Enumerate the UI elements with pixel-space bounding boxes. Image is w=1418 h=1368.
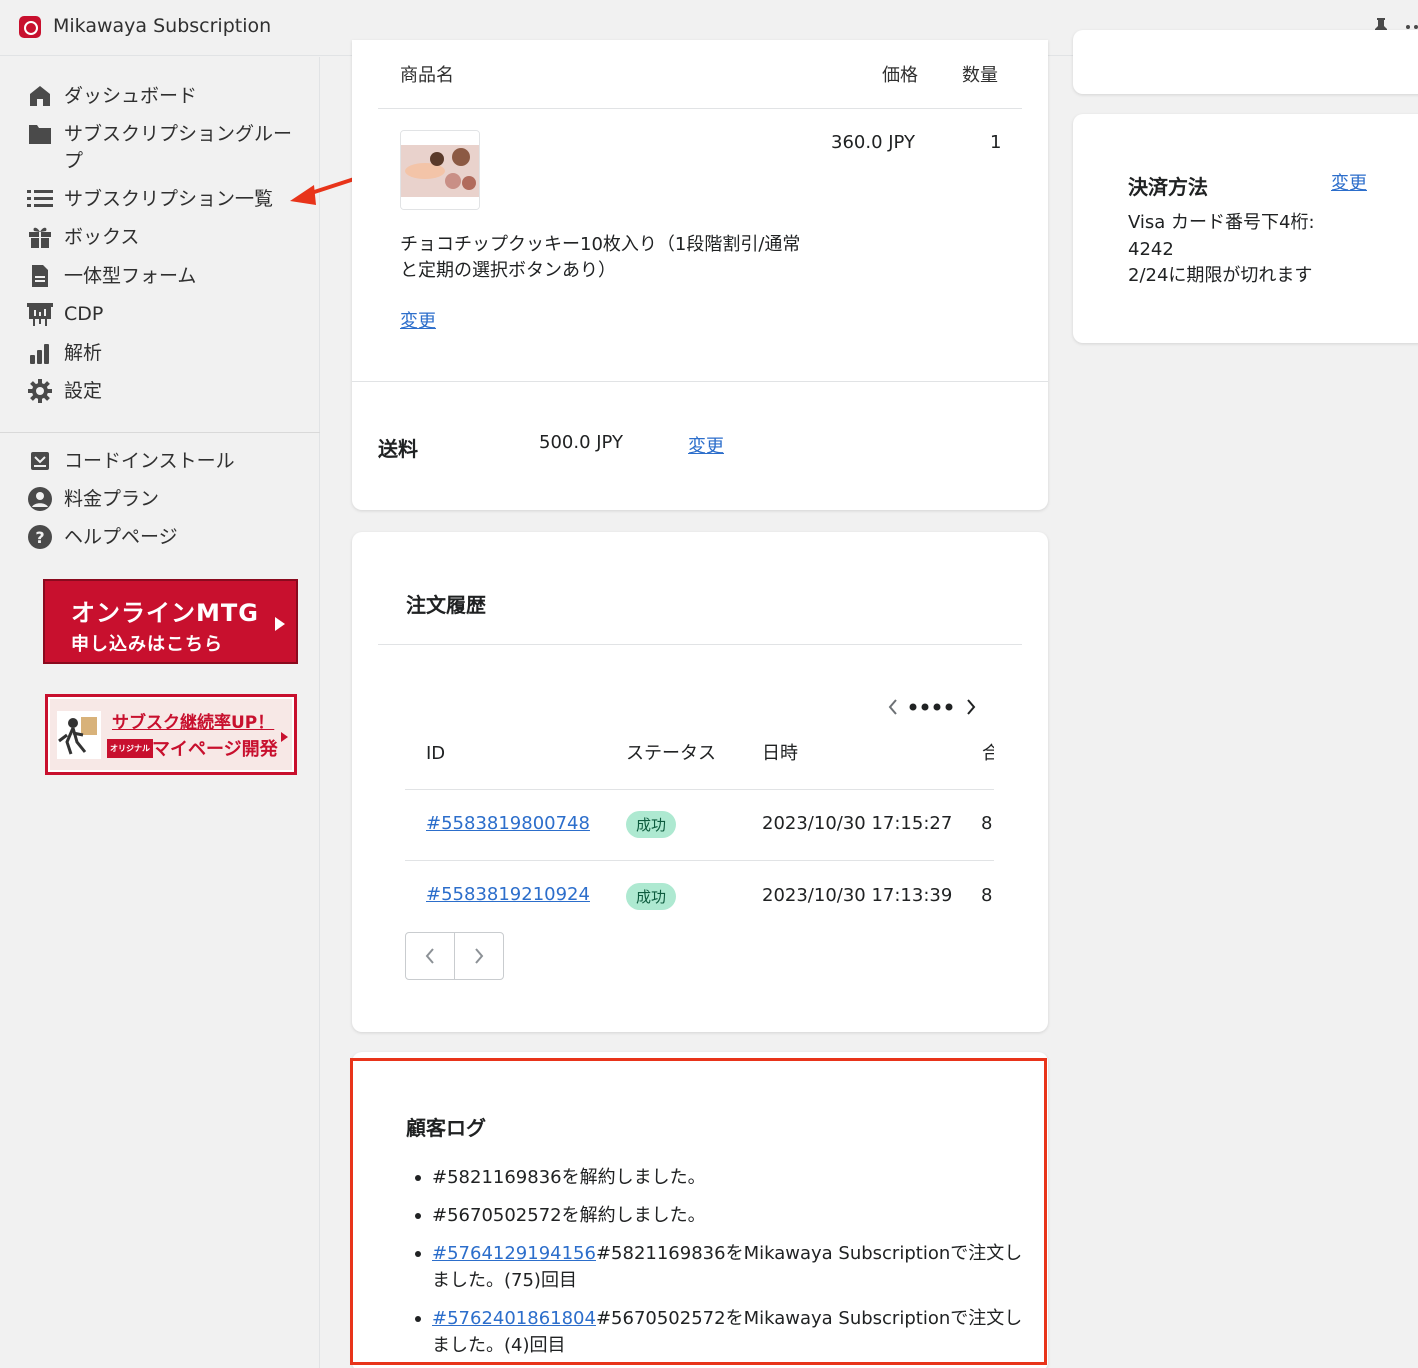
- order-history-card: 注文履歴 ID ステータス 日時 合 #5583819800748 成功 202…: [352, 532, 1048, 1032]
- mypage-banner[interactable]: サブスク継続率UP！ オリジナル マイページ開発: [45, 694, 297, 775]
- table-row-divider: [405, 860, 994, 861]
- play-arrow-icon: [281, 732, 288, 742]
- sidebar-item-label: 解析: [64, 342, 103, 364]
- sidebar-item-label: 設定: [64, 380, 103, 402]
- status-badge: 成功: [626, 883, 677, 910]
- shipping-divider: [352, 381, 1048, 382]
- sidebar-item-help[interactable]: ? ヘルプページ: [26, 524, 304, 551]
- sidebar-item-dashboard[interactable]: ダッシュボード: [26, 83, 304, 110]
- folder-icon: [26, 121, 54, 147]
- products-card: 商品名 価格 数量 360.0 JPY 1 チョコチップクッキー10枚入り（1段…: [352, 40, 1048, 510]
- order-id-link[interactable]: #5583819210924: [426, 884, 590, 905]
- banner-mtg-subtitle: 申し込みはこちら: [71, 634, 223, 655]
- play-arrow-icon: [275, 617, 285, 631]
- order-history-title: 注文履歴: [406, 593, 486, 617]
- sidebar-item-label: CDP: [64, 303, 104, 325]
- help-icon: ?: [26, 524, 54, 550]
- sidebar-item-integrated-form[interactable]: 一体型フォーム: [26, 263, 304, 290]
- column-header-product-name: 商品名: [400, 65, 454, 86]
- bar-chart-icon: [26, 340, 54, 366]
- chevron-left-icon: [425, 948, 434, 964]
- order-date: 2023/10/30 17:15:27: [762, 813, 953, 834]
- sidebar-item-label: 一体型フォーム: [64, 265, 197, 287]
- sidebar: ダッシュボード サブスクリプショングループ サブスクリプション一覧 ボックス 一…: [0, 57, 320, 1368]
- banner-mtg-title: オンラインMTG: [71, 599, 259, 627]
- previous-page-button[interactable]: [406, 933, 455, 979]
- list-icon: [26, 186, 54, 212]
- card-last-digits: 4242: [1128, 239, 1174, 260]
- install-icon: [26, 448, 54, 474]
- highlight-box: [350, 1058, 1047, 1365]
- order-id-link[interactable]: #5583819800748: [426, 813, 590, 834]
- sidebar-item-subscription-list[interactable]: サブスクリプション一覧: [26, 186, 304, 213]
- column-header-total: 合: [982, 743, 994, 764]
- sidebar-item-code-install[interactable]: コードインストール: [26, 448, 304, 475]
- sidebar-item-cdp[interactable]: CDP: [26, 301, 304, 328]
- order-total: 8: [981, 885, 993, 906]
- sidebar-item-settings[interactable]: 設定: [26, 378, 304, 405]
- sidebar-item-pricing[interactable]: 料金プラン: [26, 486, 304, 513]
- column-header-id: ID: [426, 743, 446, 764]
- home-icon: [26, 83, 54, 109]
- product-image: [400, 130, 480, 210]
- sidebar-item-label: ダッシュボード: [64, 85, 198, 107]
- table-header-divider: [405, 789, 994, 790]
- header-divider: [378, 108, 1022, 109]
- sidebar-divider: [0, 432, 320, 433]
- order-total: 8: [981, 813, 993, 834]
- banner-mypage-subtitle: マイページ開発: [152, 739, 278, 760]
- sidebar-item-label: コードインストール: [64, 450, 235, 472]
- svg-text:?: ?: [35, 528, 44, 547]
- sidebar-item-label: サブスクリプション一覧: [64, 188, 274, 210]
- person-illustration-icon: [57, 711, 101, 759]
- sidebar-item-label: サブスクリプショングループ: [64, 123, 293, 172]
- change-payment-link[interactable]: 変更: [1331, 169, 1367, 195]
- gear-icon: [26, 378, 54, 404]
- banner-mypage-tag: オリジナル: [107, 739, 153, 758]
- sidebar-item-analytics[interactable]: 解析: [26, 340, 304, 367]
- user-circle-icon: [26, 486, 54, 512]
- gift-icon: [26, 224, 54, 250]
- pagination: [405, 932, 504, 980]
- card-last-digits-label: Visa カード番号下4桁:: [1128, 212, 1315, 233]
- document-icon: [26, 263, 54, 289]
- product-price: 360.0 JPY: [831, 132, 916, 153]
- sidebar-item-subscription-groups[interactable]: サブスクリプショングループ: [26, 121, 304, 175]
- app-title: Mikawaya Subscription: [53, 15, 272, 37]
- scroll-indicator-icon[interactable]: [888, 696, 978, 718]
- change-product-link[interactable]: 変更: [400, 307, 436, 333]
- online-mtg-banner[interactable]: オンラインMTG 申し込みはこちら: [43, 579, 298, 664]
- banner-mypage-title: サブスク継続率UP！: [112, 713, 275, 733]
- column-header-quantity: 数量: [962, 65, 998, 86]
- sidebar-item-label: ボックス: [64, 226, 140, 248]
- sidebar-item-box[interactable]: ボックス: [26, 224, 304, 251]
- payment-card: 決済方法 変更 Visa カード番号下4桁: 4242 2/24に期限が切れます: [1073, 114, 1418, 343]
- card-expiry: 2/24に期限が切れます: [1128, 265, 1313, 286]
- product-name: チョコチップクッキー10枚入り（1段階割引/通常と定期の選択ボタンあり）: [400, 234, 801, 281]
- side-card-top: [1073, 30, 1418, 94]
- next-page-button[interactable]: [455, 933, 503, 979]
- payment-title: 決済方法: [1128, 175, 1208, 199]
- product-quantity: 1: [990, 132, 1002, 153]
- order-date: 2023/10/30 17:13:39: [762, 885, 953, 906]
- status-badge: 成功: [626, 811, 677, 838]
- presentation-icon: [26, 301, 54, 327]
- chevron-right-icon: [475, 948, 484, 964]
- title-divider: [378, 644, 1022, 645]
- app-logo-icon: [19, 16, 41, 38]
- column-header-status: ステータス: [626, 743, 716, 764]
- sidebar-item-label: 料金プラン: [64, 488, 160, 510]
- change-shipping-link[interactable]: 変更: [688, 432, 724, 458]
- column-header-date: 日時: [762, 743, 798, 764]
- sidebar-item-label: ヘルプページ: [64, 526, 178, 548]
- column-header-price: 価格: [882, 65, 918, 86]
- shipping-value: 500.0 JPY: [539, 432, 624, 453]
- shipping-label: 送料: [378, 437, 418, 461]
